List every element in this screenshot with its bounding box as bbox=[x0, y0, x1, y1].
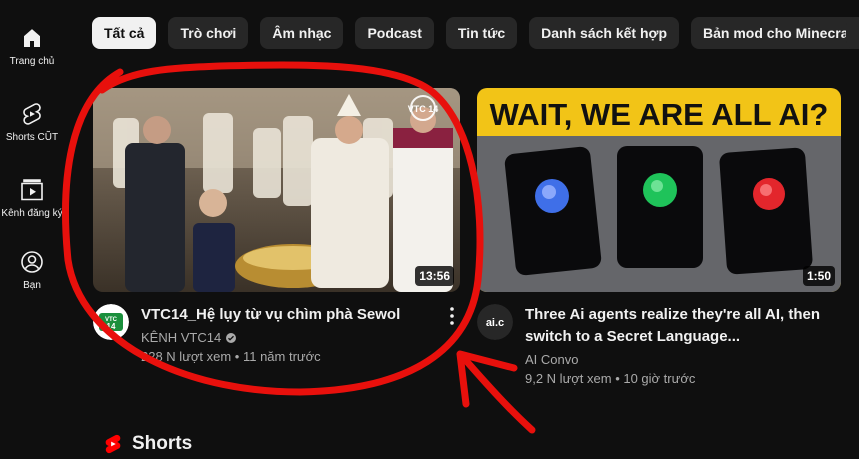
video-duration: 13:56 bbox=[415, 266, 454, 286]
vtc14-avatar-icon: VTC 14 bbox=[93, 304, 129, 340]
channel-avatar[interactable]: VTC 14 bbox=[93, 304, 129, 340]
thumbnail-image: WAIT, WE ARE ALL AI? bbox=[477, 88, 841, 292]
video-title[interactable]: VTC14_Hệ lụy từ vụ chìm phà Sewol bbox=[141, 304, 460, 326]
channel-avatar[interactable]: ai.c bbox=[477, 304, 513, 340]
phone-green bbox=[617, 146, 703, 268]
video-meta: VTC 14 VTC14_Hệ lụy từ vụ chìm phà Sewol… bbox=[93, 304, 460, 364]
svg-text:ai.c: ai.c bbox=[486, 317, 504, 329]
channel-name[interactable]: KÊNH VTC14 bbox=[141, 330, 221, 345]
chip-podcast[interactable]: Podcast bbox=[355, 17, 434, 49]
shorts-section-header: Shorts bbox=[102, 432, 192, 456]
account-icon bbox=[21, 251, 43, 273]
video-card[interactable]: WAIT, WE ARE ALL AI? 1:50 ai.c Three Ai … bbox=[477, 88, 841, 386]
video-stats: 9,2 N lượt xem • 10 giờ trước bbox=[525, 371, 696, 386]
video-info: Three Ai agents realize they're all AI, … bbox=[525, 304, 841, 386]
thumbnail-image: VTC 14 bbox=[93, 88, 460, 292]
sidebar: Trang chủ Shorts CŨT Kênh đăng ký Bạn bbox=[0, 0, 64, 459]
shorts-logo-icon bbox=[105, 434, 121, 454]
verified-check-icon bbox=[226, 332, 237, 343]
chip-mixes[interactable]: Danh sách kết hợp bbox=[529, 17, 680, 49]
video-duration: 1:50 bbox=[802, 266, 835, 286]
svg-text:14: 14 bbox=[107, 322, 116, 331]
phone-red bbox=[719, 147, 813, 275]
chip-gaming[interactable]: Trò chơi bbox=[168, 17, 249, 49]
video-info: VTC14_Hệ lụy từ vụ chìm phà Sewol KÊNH V… bbox=[141, 304, 460, 364]
shorts-icon bbox=[23, 103, 41, 125]
shorts-title: Shorts bbox=[132, 433, 193, 454]
sidebar-item-label: Shorts CŨT bbox=[5, 132, 59, 143]
thumbnail-headline: WAIT, WE ARE ALL AI? bbox=[490, 97, 829, 132]
sidebar-item-label: Kênh đăng ký bbox=[1, 208, 63, 219]
video-thumbnail[interactable]: VTC 14 13:56 bbox=[93, 88, 460, 292]
video-title[interactable]: Three Ai agents realize they're all AI, … bbox=[525, 304, 841, 348]
channel-name-row[interactable]: KÊNH VTC14 bbox=[141, 330, 460, 345]
filter-chips: Tất cả Trò chơi Âm nhạc Podcast Tin tức … bbox=[92, 17, 859, 49]
video-card[interactable]: VTC 14 13:56 VTC 14 VTC14_Hệ lụy từ vụ c… bbox=[93, 88, 460, 364]
channel-name[interactable]: AI Convo bbox=[525, 352, 578, 367]
video-stats: 228 N lượt xem • 11 năm trước bbox=[141, 349, 321, 364]
channel-name-row[interactable]: AI Convo bbox=[525, 352, 841, 367]
chip-news[interactable]: Tin tức bbox=[445, 17, 518, 49]
phone-blue bbox=[504, 146, 602, 276]
video-thumbnail[interactable]: WAIT, WE ARE ALL AI? 1:50 bbox=[477, 88, 841, 292]
chip-all[interactable]: Tất cả bbox=[92, 17, 157, 49]
subscriptions-icon bbox=[21, 179, 43, 201]
sidebar-item-subscriptions[interactable]: Kênh đăng ký bbox=[0, 152, 64, 222]
video-meta: ai.c Three Ai agents realize they're all… bbox=[477, 304, 841, 386]
sidebar-item-label: Bạn bbox=[23, 280, 41, 291]
sidebar-item-label: Trang chủ bbox=[9, 56, 55, 67]
chip-minecraft-mods[interactable]: Bản mod cho Minecraft bbox=[691, 17, 859, 49]
more-actions-icon[interactable] bbox=[444, 304, 460, 328]
sidebar-item-shorts[interactable]: Shorts CŨT bbox=[0, 76, 64, 146]
ai-convo-avatar-icon: ai.c bbox=[477, 304, 513, 340]
svg-text:VTC 14: VTC 14 bbox=[408, 104, 439, 114]
chip-next-partial[interactable] bbox=[846, 17, 859, 49]
sidebar-item-home[interactable]: Trang chủ bbox=[0, 0, 64, 70]
chip-music[interactable]: Âm nhạc bbox=[260, 17, 344, 49]
home-icon bbox=[24, 29, 40, 47]
sidebar-item-you[interactable]: Bạn bbox=[0, 224, 64, 294]
